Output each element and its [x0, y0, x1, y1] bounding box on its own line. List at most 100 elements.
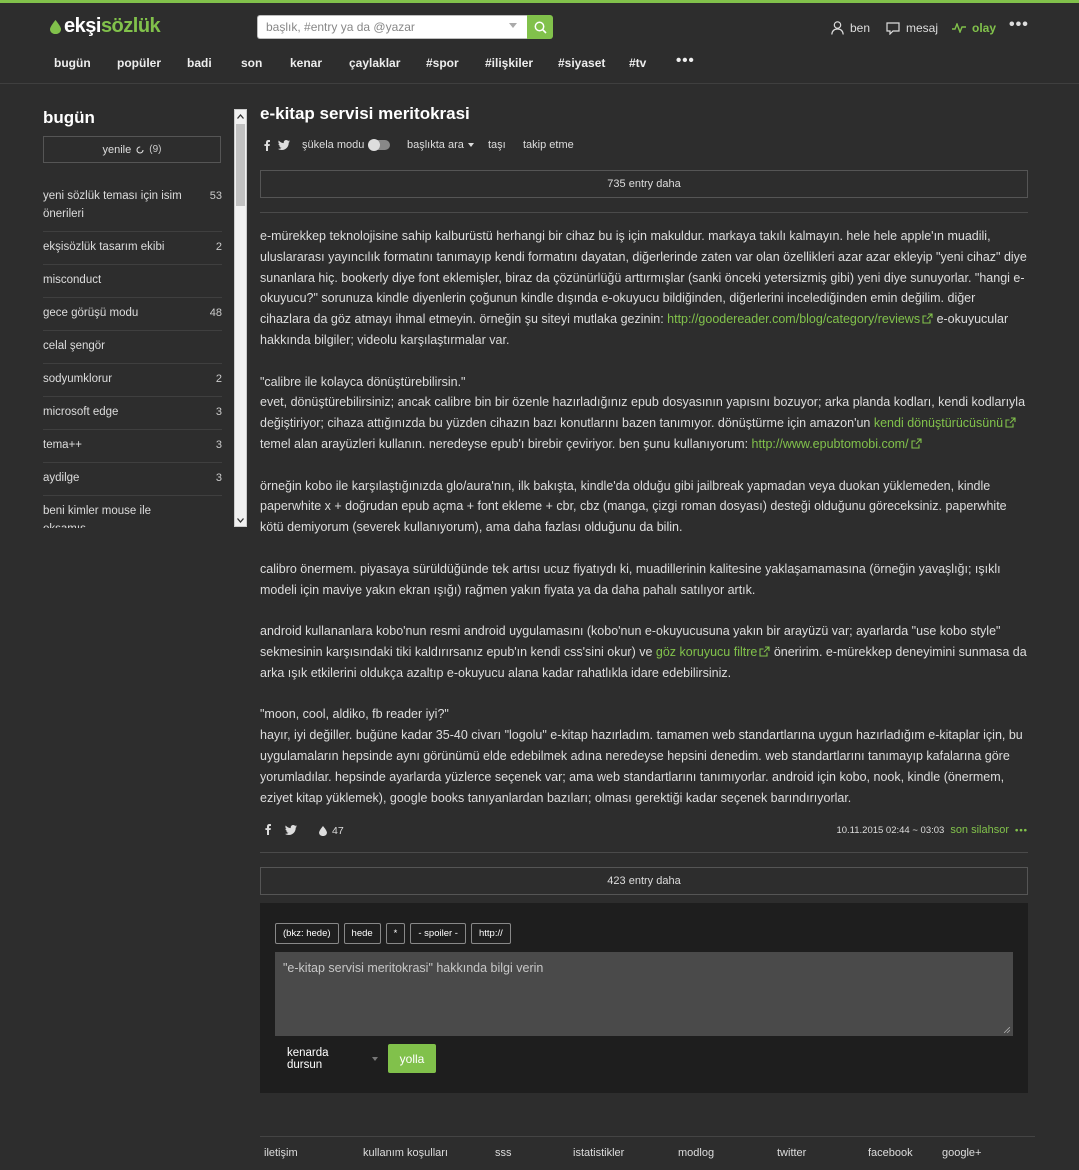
topic-nav-item[interactable]: popüler	[117, 56, 161, 70]
drop-icon	[50, 19, 61, 34]
list-item-count: 48	[209, 307, 222, 319]
profile-link[interactable]: ben	[831, 21, 870, 35]
topic-nav-item[interactable]: çaylaklar	[349, 56, 400, 70]
entry-share-twitter-button[interactable]	[285, 824, 297, 838]
facebook-icon	[265, 824, 271, 836]
sukela-mode-toggle[interactable]: şükela modu	[302, 139, 391, 151]
share-twitter-button[interactable]	[278, 140, 290, 150]
topic-nav-item[interactable]: #siyaset	[558, 56, 605, 70]
sidebar-scrollbar[interactable]	[234, 109, 247, 527]
topic-nav-item[interactable]: kenar	[290, 56, 322, 70]
logo[interactable]: ekşi sözlük	[50, 15, 161, 38]
chevron-down-icon[interactable]	[509, 23, 517, 28]
load-more-before-button[interactable]: 735 entry daha	[260, 170, 1028, 198]
sidebar-title: bugün	[43, 108, 95, 127]
topic-nav-more-button[interactable]: •••	[676, 52, 695, 69]
footer-link[interactable]: istatistikler	[573, 1147, 624, 1159]
page-title[interactable]: e-kitap servisi meritokrasi	[260, 104, 1028, 124]
entry-link-filter[interactable]: göz koruyucu filtre	[656, 645, 770, 659]
profile-label: ben	[850, 21, 871, 35]
list-item[interactable]: tema++ 3	[43, 430, 222, 463]
topic-nav-item[interactable]: #ilişkiler	[485, 56, 533, 70]
entry-textarea[interactable]	[275, 952, 1013, 1036]
list-item[interactable]: sodyumklorur 2	[43, 364, 222, 397]
external-link-icon	[911, 438, 922, 449]
entry-link-epubtomobi[interactable]: http://www.epubtomobi.com/	[752, 437, 922, 451]
messages-link[interactable]: mesaj	[886, 21, 938, 35]
topic-nav-item[interactable]: #tv	[629, 56, 646, 70]
refresh-button[interactable]: yenile (9)	[43, 136, 221, 163]
favorite-button[interactable]: 47	[319, 825, 344, 837]
entry-paragraph: örneğin kobo ile karşılaştığınızda glo/a…	[260, 478, 1007, 535]
entry-link-converter[interactable]: kendi dönüştürücüsünü	[874, 416, 1016, 430]
follow-topic-link[interactable]: takip etme	[523, 139, 574, 151]
entry-share-facebook-button[interactable]	[265, 824, 271, 838]
list-item-title: yeni sözlük teması için isim önerileri	[43, 190, 182, 220]
publish-mode-select[interactable]: kenarda dursun	[287, 1047, 378, 1071]
search-button[interactable]	[527, 15, 553, 39]
topic-nav-item[interactable]: son	[241, 56, 262, 70]
entry-editor: (bkz: hede) hede * - spoiler - http:// k…	[260, 903, 1028, 1093]
footer-link[interactable]: google+	[942, 1147, 981, 1159]
footer-link[interactable]: kullanım koşulları	[363, 1147, 448, 1159]
footer-link[interactable]: twitter	[777, 1147, 806, 1159]
list-item[interactable]: celal şengör	[43, 331, 222, 364]
sidebar: bugün yenile (9) yeni sözlük teması için…	[43, 108, 222, 528]
load-more-after-button[interactable]: 423 entry daha	[260, 867, 1028, 896]
events-link[interactable]: olay	[952, 21, 996, 35]
divider	[260, 852, 1028, 854]
list-item[interactable]: yeni sözlük teması için isim önerileri 53	[43, 181, 222, 232]
footer-link[interactable]: iletişim	[264, 1147, 298, 1159]
entry-actions: 47	[260, 824, 344, 838]
logo-text-accent: sözlük	[100, 15, 161, 37]
topic-nav-item[interactable]: bugün	[54, 56, 91, 70]
scrollbar-thumb[interactable]	[236, 124, 245, 206]
footer-link[interactable]: facebook	[868, 1147, 913, 1159]
list-item[interactable]: gece görüşü modu 48	[43, 298, 222, 331]
drop-icon	[319, 826, 327, 837]
footer-link[interactable]: sss	[495, 1147, 512, 1159]
spoiler-button[interactable]: - spoiler -	[410, 923, 466, 944]
move-topic-link[interactable]: taşı	[488, 139, 506, 151]
footer: iletişim kullanım koşulları sss istatist…	[260, 1136, 1035, 1170]
asterisk-button[interactable]: *	[385, 923, 406, 944]
footer-link[interactable]: modlog	[678, 1147, 714, 1159]
user-icon	[831, 21, 844, 35]
list-item-title: gece görüşü modu	[43, 307, 139, 319]
more-menu-button[interactable]: •••	[1009, 16, 1029, 34]
resize-grip-icon[interactable]	[1004, 1027, 1010, 1033]
entry-author[interactable]: son silahsor	[950, 824, 1009, 836]
entry-more-button[interactable]: •••	[1015, 825, 1028, 836]
bkz-button[interactable]: (bkz: hede)	[275, 923, 339, 944]
search-in-topic-dropdown[interactable]: başlıkta ara	[407, 139, 474, 151]
entry-link-goodereader[interactable]: http://goodereader.com/blog/category/rev…	[667, 312, 933, 326]
entry-date[interactable]: 10.11.2015 02:44 ~ 03:03	[836, 825, 944, 836]
list-item[interactable]: microsoft edge 3	[43, 397, 222, 430]
entry-link-text: göz koruyucu filtre	[655, 644, 758, 659]
send-button[interactable]: yolla	[388, 1044, 436, 1073]
topic-list: yeni sözlük teması için isim önerileri 53…	[43, 181, 222, 528]
topic-nav-item[interactable]: badi	[187, 56, 212, 70]
share-facebook-button[interactable]	[264, 139, 270, 151]
list-item[interactable]: ekşisözlük tasarım ekibi 2	[43, 232, 222, 265]
list-item[interactable]: misconduct	[43, 265, 222, 298]
divider	[260, 212, 1028, 213]
list-item[interactable]: beni kimler mouse ile okşamış	[43, 496, 222, 528]
link-button[interactable]: http://	[470, 923, 511, 944]
entry-link-text: http://www.epubtomobi.com/	[751, 436, 909, 451]
messages-label: mesaj	[906, 21, 939, 35]
external-link-icon	[1005, 417, 1016, 428]
search-input[interactable]	[257, 15, 527, 39]
scroll-up-icon[interactable]	[235, 110, 246, 122]
hede-button[interactable]: hede	[343, 923, 381, 944]
header: ekşi sözlük ben mesaj	[0, 3, 1079, 84]
list-item-title: beni kimler mouse ile okşamış	[43, 505, 152, 528]
list-item[interactable]: aydilge 3	[43, 463, 222, 496]
twitter-icon	[285, 824, 297, 835]
list-item-count: 3	[215, 406, 222, 418]
facebook-icon	[264, 139, 270, 151]
editor-actions: kenarda dursun yolla	[287, 1044, 436, 1073]
scroll-down-icon[interactable]	[235, 514, 246, 526]
list-item-title: tema++	[43, 439, 82, 451]
topic-nav-item[interactable]: #spor	[426, 56, 459, 70]
